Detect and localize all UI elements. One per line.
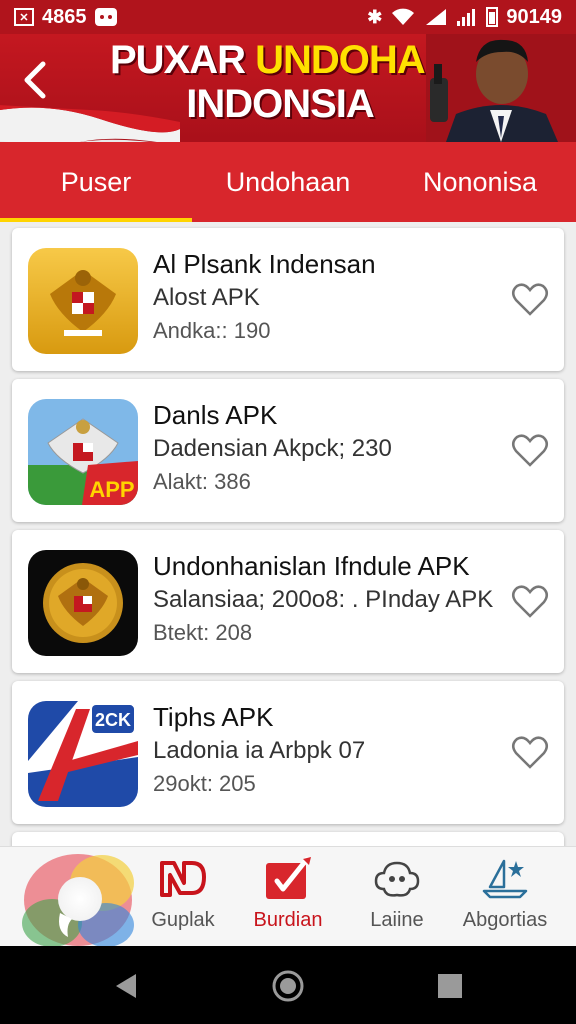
boat-icon xyxy=(482,859,528,899)
list-item[interactable]: APP Danls APK Dadensian Akpck; 230 Alakt… xyxy=(12,379,564,522)
status-left: ✕ 4865 xyxy=(14,6,117,29)
nav-item-abgortias[interactable]: Abgortias xyxy=(450,847,560,947)
tab-bar: Puser Undohaan Nononisa xyxy=(0,142,576,222)
list-item[interactable]: Undonhanislan Ifndule APK Salansiaa; 200… xyxy=(12,530,564,673)
page-title: PUXAR UNDOHAN INDONSIA xyxy=(110,38,454,126)
app-list: Al Plsank Indensan Alost APK Andka:: 190… xyxy=(0,222,576,846)
app-subtitle: Dadensian Akpck; 230 xyxy=(153,435,392,462)
nav-label: Laiine xyxy=(370,909,424,931)
header-banner: PUXAR UNDOHAN INDONSIA xyxy=(0,34,576,142)
app-meta: Btekt: 208 xyxy=(153,620,253,645)
list-item[interactable] xyxy=(12,832,564,846)
cloud-icon xyxy=(374,861,420,897)
garuda-gold-icon xyxy=(28,248,138,354)
bluetooth-icon: ✱ xyxy=(367,6,383,27)
app-subtitle: Salansiaa; 200o8: . PInday APK xyxy=(153,586,494,613)
title-part-2: UNDOHAN xyxy=(255,38,453,82)
heart-icon[interactable] xyxy=(510,280,550,320)
list-item[interactable]: 2CK Tiphs APK Ladonia ia Arbpk 07 29okt:… xyxy=(12,681,564,824)
heart-icon[interactable] xyxy=(510,431,550,471)
message-icon xyxy=(94,8,117,26)
signal-icon xyxy=(426,9,447,25)
portrait-image xyxy=(426,34,576,142)
app-info: Danls APK Dadensian Akpck; 230 Alakt: 38… xyxy=(153,399,503,497)
tab-puser[interactable]: Puser xyxy=(0,142,192,222)
garuda-app-icon: APP xyxy=(28,399,138,505)
garuda-emblem-icon xyxy=(28,550,138,656)
recents-square-icon[interactable] xyxy=(430,966,470,1006)
status-left-text: 4865 xyxy=(42,5,87,28)
home-circle-icon[interactable] xyxy=(268,966,308,1006)
nav-item-guplak[interactable]: Guplak xyxy=(128,847,238,947)
list-item[interactable]: Al Plsank Indensan Alost APK Andka:: 190 xyxy=(12,228,564,371)
app-name: Al Plsank Indensan xyxy=(153,249,376,279)
title-line-2: INDONSIA xyxy=(186,82,375,126)
nd-logo-icon xyxy=(160,861,206,897)
status-time: 90149 xyxy=(506,5,562,28)
heart-icon[interactable] xyxy=(510,582,550,622)
app-meta: Andka:: 190 xyxy=(153,318,271,343)
tab-nononisa[interactable]: Nononisa xyxy=(384,142,576,222)
app-subtitle: Alost APK xyxy=(153,284,260,311)
letter-a-icon: 2CK xyxy=(28,701,138,807)
app-meta: Alakt: 386 xyxy=(153,469,251,494)
app-name: Danls APK xyxy=(153,400,278,430)
back-button[interactable] xyxy=(14,56,54,104)
nav-label: Burdian xyxy=(253,909,323,931)
battery-icon xyxy=(486,7,499,27)
title-part-1: PUXAR xyxy=(110,38,256,82)
status-right: ✱ 90149 xyxy=(367,6,562,29)
back-triangle-icon[interactable] xyxy=(106,966,146,1006)
edit-box-icon xyxy=(266,856,311,899)
bottom-nav: Guplak Burdian Laiine Abgortias xyxy=(0,846,576,947)
status-bar: ✕ 4865 ✱ 90149 xyxy=(0,0,576,34)
system-nav-bar xyxy=(0,946,576,1024)
signal-bars-icon xyxy=(457,9,476,26)
app-logo-icon[interactable] xyxy=(22,853,134,947)
app-subtitle: Ladonia ia Arbpk 07 xyxy=(153,737,366,764)
app-name: Undonhanislan Ifndule APK xyxy=(153,551,470,581)
title-line-1: PUXAR UNDOHAN xyxy=(110,38,454,82)
nav-item-burdian[interactable]: Burdian xyxy=(233,847,343,947)
nav-label: Guplak xyxy=(151,909,215,931)
nav-item-laiine[interactable]: Laiine xyxy=(342,847,452,947)
app-name: Tiphs APK xyxy=(153,702,274,732)
heart-icon[interactable] xyxy=(510,733,550,773)
app-badge-text: 2CK xyxy=(95,710,131,730)
wifi-icon xyxy=(392,8,415,25)
chevron-left-icon xyxy=(24,61,46,99)
app-badge-text: APP xyxy=(89,477,134,502)
notification-box-icon: ✕ xyxy=(14,8,34,26)
app-info: Al Plsank Indensan Alost APK Andka:: 190 xyxy=(153,248,503,346)
app-meta: 29okt: 205 xyxy=(153,771,256,796)
tab-undohaan[interactable]: Undohaan xyxy=(192,142,384,222)
app-info: Undonhanislan Ifndule APK Salansiaa; 200… xyxy=(153,550,503,648)
app-screen: ✕ 4865 ✱ 90149 PUXAR UNDOHAN INDONSIA Pu… xyxy=(0,0,576,1024)
app-info: Tiphs APK Ladonia ia Arbpk 07 29okt: 205 xyxy=(153,701,503,799)
nav-label: Abgortias xyxy=(462,909,548,931)
